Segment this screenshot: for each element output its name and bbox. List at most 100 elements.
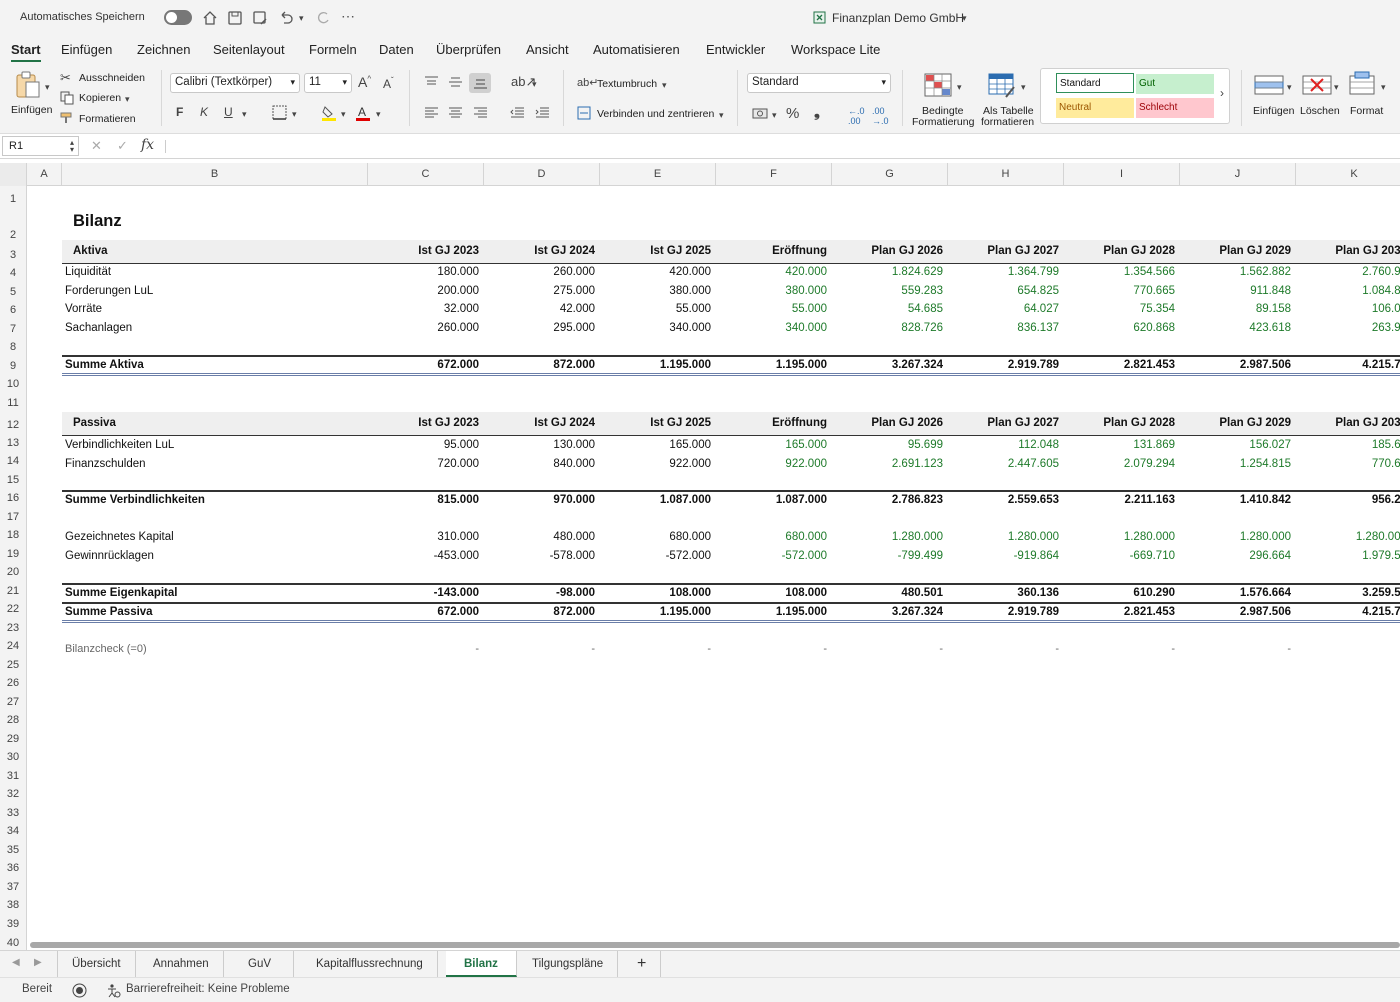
underline-dropdown-icon[interactable]: ▾ (242, 109, 247, 120)
value-cell[interactable]: -669.710 (1063, 550, 1175, 562)
sheet-tab-bilanz[interactable]: Bilanz (446, 951, 517, 977)
value-cell[interactable]: 2.821.453 (1063, 606, 1175, 618)
verbindlichkeiten-row-label[interactable]: Verbindlichkeiten LuL (65, 439, 174, 451)
tab-einfuegen[interactable]: Einfügen (61, 42, 112, 57)
value-cell[interactable]: 1.195.000 (715, 359, 827, 371)
macro-record-icon[interactable] (72, 983, 87, 998)
italic-button[interactable]: K (200, 105, 208, 119)
value-cell[interactable]: -572.000 (715, 550, 827, 562)
format-cells-button[interactable]: Format (1350, 105, 1383, 117)
row-header[interactable]: 1 (0, 193, 26, 205)
row-header[interactable]: 22 (0, 603, 26, 615)
row-header[interactable]: 6 (0, 304, 26, 316)
value-cell[interactable]: 55.000 (599, 303, 711, 315)
value-cell[interactable]: 106.07 (1295, 303, 1400, 315)
cancel-icon[interactable]: ✕ (91, 138, 102, 154)
value-cell[interactable]: 1.254.815 (1179, 458, 1291, 470)
add-sheet-button[interactable]: + (623, 951, 662, 977)
paste-label[interactable]: Einfügen (11, 104, 52, 116)
bilanzcheck-value[interactable]: - (947, 643, 1059, 655)
value-cell[interactable]: 108.000 (599, 587, 711, 599)
value-cell[interactable]: 131.869 (1063, 439, 1175, 451)
period-header[interactable]: Ist GJ 2023 (367, 245, 479, 257)
fill-color-dropdown-icon[interactable]: ▾ (341, 109, 346, 120)
summe-passiva-label[interactable]: Summe Passiva (65, 606, 153, 618)
increase-decimal-icon[interactable]: ←.0.00 (848, 106, 865, 126)
value-cell[interactable]: -453.000 (367, 550, 479, 562)
row-header[interactable]: 2 (0, 229, 26, 241)
row-header[interactable]: 28 (0, 714, 26, 726)
tab-daten[interactable]: Daten (379, 42, 414, 57)
align-center-icon[interactable] (448, 107, 463, 119)
value-cell[interactable]: 200.000 (367, 285, 479, 297)
aktiva-row-label[interactable]: Vorräte (65, 303, 102, 315)
value-cell[interactable]: 559.283 (831, 285, 943, 297)
row-header[interactable]: 39 (0, 918, 26, 930)
value-cell[interactable]: 2.821.453 (1063, 359, 1175, 371)
value-cell[interactable]: 1.354.566 (1063, 266, 1175, 278)
period-header[interactable]: Plan GJ 2026 (831, 417, 943, 429)
value-cell[interactable]: -572.000 (599, 550, 711, 562)
value-cell[interactable]: 1.280.000 (1295, 531, 1400, 543)
value-cell[interactable]: -578.000 (483, 550, 595, 562)
bilanzcheck-label[interactable]: Bilanzcheck (=0) (65, 643, 147, 655)
value-cell[interactable]: 54.685 (831, 303, 943, 315)
value-cell[interactable]: 360.136 (947, 587, 1059, 599)
value-cell[interactable]: 420.000 (715, 266, 827, 278)
value-cell[interactable]: 32.000 (367, 303, 479, 315)
row-header[interactable]: 12 (0, 419, 26, 431)
value-cell[interactable]: 2.211.163 (1063, 494, 1175, 506)
delete-cells-dropdown-icon[interactable]: ▾ (1334, 82, 1339, 93)
row-header[interactable]: 11 (0, 397, 26, 409)
select-all-corner[interactable] (0, 163, 27, 186)
value-cell[interactable]: 620.868 (1063, 322, 1175, 334)
value-cell[interactable]: 380.000 (599, 285, 711, 297)
value-cell[interactable]: 828.726 (831, 322, 943, 334)
value-cell[interactable]: 1.195.000 (599, 606, 711, 618)
bilanzcheck-value[interactable]: - (715, 643, 827, 655)
value-cell[interactable]: 165.000 (599, 439, 711, 451)
value-cell[interactable]: -98.000 (483, 587, 595, 599)
align-right-icon[interactable] (473, 107, 488, 119)
wrap-text-icon[interactable]: ab↵ (577, 76, 598, 89)
wrap-text-dropdown-icon[interactable]: ▾ (662, 80, 667, 91)
row-header[interactable]: 17 (0, 511, 26, 523)
title-dropdown-icon[interactable]: ▾ (962, 13, 967, 24)
row-header[interactable]: 8 (0, 341, 26, 353)
column-header-g[interactable]: G (832, 163, 948, 186)
column-header-j[interactable]: J (1180, 163, 1296, 186)
row-header[interactable]: 9 (0, 360, 26, 372)
value-cell[interactable]: 654.825 (947, 285, 1059, 297)
sheet-tab-uebersicht[interactable]: Übersicht (58, 951, 136, 977)
value-cell[interactable]: 1.087.000 (599, 494, 711, 506)
row-header[interactable]: 25 (0, 659, 26, 671)
row-header[interactable]: 40 (0, 937, 26, 949)
value-cell[interactable]: 922.000 (715, 458, 827, 470)
value-cell[interactable]: 1.195.000 (715, 606, 827, 618)
merge-center-icon[interactable] (577, 106, 591, 120)
value-cell[interactable]: 156.027 (1179, 439, 1291, 451)
row-header[interactable]: 7 (0, 323, 26, 335)
passiva-header-label[interactable]: Passiva (73, 417, 116, 429)
row-header[interactable]: 30 (0, 751, 26, 763)
wrap-text-button[interactable]: Textumbruch (597, 78, 657, 90)
font-name-select[interactable]: Calibri (Textkörper) ▾ (170, 73, 300, 93)
value-cell[interactable]: 2.919.789 (947, 606, 1059, 618)
horizontal-scrollbar[interactable] (30, 942, 1400, 948)
insert-cells-button[interactable]: Einfügen (1253, 105, 1294, 117)
value-cell[interactable]: 1.280.000 (947, 531, 1059, 543)
column-header-h[interactable]: H (948, 163, 1064, 186)
paste-dropdown-icon[interactable]: ▾ (45, 82, 50, 93)
bilanzcheck-value[interactable]: - (1179, 643, 1291, 655)
sheet-tab-guv[interactable]: GuV (226, 951, 295, 977)
row-header[interactable]: 35 (0, 844, 26, 856)
format-cells-dropdown-icon[interactable]: ▾ (1381, 82, 1386, 93)
value-cell[interactable]: 1.195.000 (599, 359, 711, 371)
value-cell[interactable]: 4.215.77 (1295, 359, 1400, 371)
value-cell[interactable]: 815.000 (367, 494, 479, 506)
value-cell[interactable]: 296.664 (1179, 550, 1291, 562)
formula-input[interactable] (170, 137, 1395, 156)
value-cell[interactable]: -799.499 (831, 550, 943, 562)
value-cell[interactable]: -143.000 (367, 587, 479, 599)
value-cell[interactable]: 95.699 (831, 439, 943, 451)
